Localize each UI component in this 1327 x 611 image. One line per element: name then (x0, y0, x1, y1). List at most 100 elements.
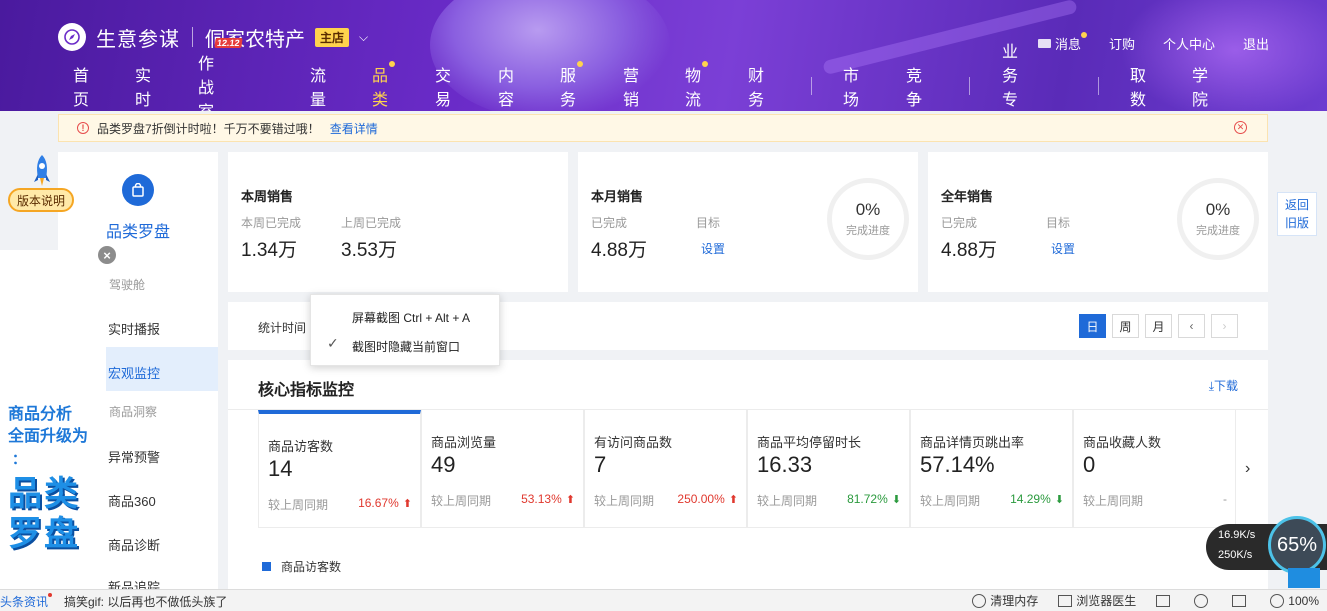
promo-badge: 12.12 (214, 38, 243, 48)
metric-change: 53.13% ⬆ (521, 492, 575, 506)
metric-compare-label: 较上周同期 (431, 494, 492, 508)
metric-card[interactable]: 商品平均停留时长 16.33 较上周同期 81.72% ⬇ (747, 410, 910, 528)
zoom-control[interactable]: 100% (1270, 593, 1319, 608)
personal-center-link[interactable]: 个人中心 (1163, 34, 1215, 53)
sidebar-title[interactable]: 品类罗盘 (106, 218, 170, 242)
card-label: 目标 (696, 216, 721, 230)
metric-card[interactable]: 商品浏览量 49 较上周同期 53.13% ⬆ (421, 410, 584, 528)
set-target-link[interactable]: 设置 (1051, 240, 1075, 257)
notification-dot (389, 61, 396, 67)
period-day-button[interactable]: 日 (1079, 314, 1106, 338)
chevron-right-icon[interactable]: › (1245, 460, 1250, 478)
download-button[interactable]: ⤓下载 (1209, 377, 1238, 394)
nav-item-data-fetch[interactable]: 取数 (1130, 62, 1146, 110)
metric-name: 商品访客数 (268, 439, 334, 454)
version-widget[interactable]: 版本说明 (6, 152, 74, 214)
screenshot-menu-item[interactable]: 屏幕截图 Ctrl + Alt + A (352, 309, 470, 326)
period-week-button[interactable]: 周 (1112, 314, 1139, 338)
yearly-sales-card: 全年销售 已完成 4.88万 目标 设置 0% 完成进度 (928, 152, 1268, 292)
nav-item-marketing[interactable]: 营销 (623, 62, 639, 110)
message-link[interactable]: 消息 (1037, 32, 1087, 53)
sidebar-item-diagnose[interactable]: 商品诊断 (108, 535, 160, 554)
nav-item-logistics[interactable]: 物流 (685, 61, 709, 110)
brand-title[interactable]: 生意参谋 (96, 23, 180, 52)
promo-banner[interactable]: 商品分析 全面升级为 ： 品类 罗盘 (8, 404, 103, 589)
memory-usage-gauge[interactable]: 65% (1268, 516, 1326, 574)
notification-dot (48, 593, 52, 597)
compass-logo-icon[interactable] (58, 23, 86, 51)
legend-swatch (262, 562, 271, 571)
promo-headline: 品类 (8, 475, 80, 513)
notice-text: 品类罗盘7折倒计时啦！千万不要错过哦！ (97, 121, 320, 136)
clean-memory-button[interactable]: 清理内存 (972, 592, 1038, 609)
metric-card[interactable]: 商品收藏人数 0 较上周同期 - (1073, 410, 1236, 528)
metric-value: 16.33 (757, 452, 813, 477)
metric-change-value: - (1223, 492, 1227, 506)
metric-change-value: 53.13% (521, 492, 562, 506)
nav-item-trade[interactable]: 交易 (435, 62, 451, 110)
sidebar-item-product360[interactable]: 商品360 (108, 491, 156, 510)
nav-item-market[interactable]: 市场 (843, 62, 859, 110)
news-link[interactable]: 头条资讯 (0, 593, 48, 610)
close-icon[interactable]: × (98, 246, 116, 264)
nav-item-content[interactable]: 内容 (498, 62, 514, 110)
nav-item-realtime[interactable]: 实时 (135, 62, 151, 110)
shopping-bag-icon (122, 174, 154, 206)
browser-status-bar: 头条资讯 搞笑gif: 以后再也不做低头族了 清理内存 浏览器医生 100% (0, 589, 1327, 611)
chart-legend[interactable]: 商品访客数 (262, 558, 341, 575)
nav-item-competition[interactable]: 竞争 (906, 62, 922, 110)
nav-item-category[interactable]: 品类 (372, 61, 396, 110)
nav-item-warroom[interactable]: 作战室 12.12 (198, 38, 243, 111)
metric-card[interactable]: 商品详情页跳出率 57.14% 较上周同期 14.29% ⬇ (910, 410, 1073, 528)
nav-item-traffic[interactable]: 流量 (310, 62, 326, 110)
nav-divider (969, 77, 970, 95)
card-label: 目标 (1046, 216, 1071, 230)
prev-period-button[interactable]: ‹ (1178, 314, 1205, 338)
return-old-version-button[interactable]: 返回 旧版 (1277, 192, 1317, 236)
card-value: 3.53万 (341, 240, 397, 261)
chevron-down-icon[interactable]: ⌵ (359, 30, 368, 45)
close-icon[interactable]: ✕ (1234, 121, 1247, 134)
metric-value: 57.14% (920, 452, 995, 477)
notice-detail-link[interactable]: 查看详情 (330, 120, 378, 137)
arrow-up-icon: ⬆ (402, 497, 412, 510)
promo-line: 全面升级为 (8, 428, 89, 445)
logout-link[interactable]: 退出 (1243, 34, 1269, 53)
message-label: 消息 (1054, 37, 1081, 52)
metric-card[interactable]: 有访问商品数 7 较上周同期 250.00% ⬆ (584, 410, 747, 528)
nav-item-business-zone[interactable]: 业务专区 (1002, 38, 1018, 111)
nav-item-academy[interactable]: 学院 (1192, 62, 1208, 110)
next-period-button[interactable]: › (1211, 314, 1238, 338)
card-label: 本周已完成 (241, 216, 302, 230)
nav-item-home[interactable]: 首页 (73, 62, 89, 110)
metric-change: 250.00% ⬆ (677, 492, 738, 506)
nav-item-service[interactable]: 服务 (560, 61, 584, 110)
set-target-link[interactable]: 设置 (701, 240, 725, 257)
subscribe-link[interactable]: 订购 (1109, 34, 1135, 53)
sidebar-item-macro[interactable]: 宏观监控 (108, 363, 160, 382)
news-ticker[interactable]: 搞笑gif: 以后再也不做低头族了 (64, 593, 227, 610)
version-notes-button[interactable]: 版本说明 (8, 188, 74, 212)
period-month-button[interactable]: 月 (1145, 314, 1172, 338)
window-icon[interactable] (1232, 594, 1250, 607)
header-decoration (1120, 0, 1327, 111)
browser-doctor-button[interactable]: 浏览器医生 (1058, 592, 1136, 609)
stat-time-label: 统计时间 (258, 321, 307, 335)
download-speed: 250K/s (1218, 549, 1253, 561)
metric-name: 有访问商品数 (594, 435, 673, 450)
brand-divider (192, 27, 193, 47)
nav-item-finance[interactable]: 财务 (748, 62, 764, 110)
tool-label: 浏览器医生 (1076, 594, 1137, 608)
sidebar-item-new-track[interactable]: 新品追踪 (108, 577, 160, 589)
metric-value: 14 (268, 456, 293, 481)
metric-card[interactable]: 商品访客数 14 较上周同期 16.67% ⬆ (258, 410, 421, 528)
hide-window-menu-item[interactable]: 截图时隐藏当前窗口 (352, 338, 460, 355)
sidebar-item-alert[interactable]: 异常预警 (108, 447, 160, 466)
side-tab[interactable] (1288, 568, 1320, 588)
sidebar-group-cockpit: 驾驶舱 (109, 278, 146, 292)
sidebar-item-realtime[interactable]: 实时播报 (108, 319, 160, 338)
download-icon[interactable] (1156, 594, 1174, 607)
volume-icon[interactable] (1194, 593, 1212, 608)
upload-speed: 16.9K/s (1218, 529, 1256, 541)
metric-value: 0 (1083, 452, 1096, 477)
